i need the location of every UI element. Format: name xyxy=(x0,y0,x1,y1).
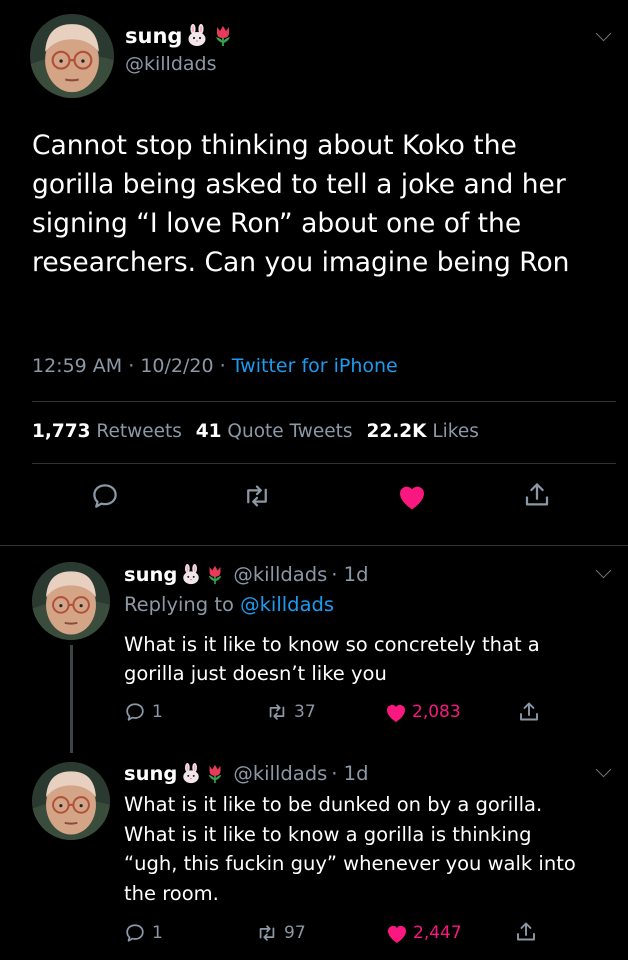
like-count: 2,447 xyxy=(413,923,462,943)
author-handle[interactable]: @killdads xyxy=(233,563,327,586)
like-button[interactable]: 2,447 xyxy=(385,922,462,944)
tweet-text-line: Cannot stop thinking about Koko the xyxy=(32,130,517,161)
tweet-text-line: the room. xyxy=(124,881,219,905)
chevron-down-icon[interactable] xyxy=(595,562,612,579)
likes-label: Likes xyxy=(432,421,479,442)
replying-to-label: Replying to xyxy=(124,593,234,616)
tweet-text-line: gorilla being asked to tell a joke and h… xyxy=(32,169,566,200)
tweet-source[interactable]: Twitter for iPhone xyxy=(232,355,398,377)
retweet-count: 97 xyxy=(284,923,306,943)
retweet-count: 37 xyxy=(294,702,316,722)
author-name[interactable]: sung xyxy=(124,563,177,586)
like-button[interactable] xyxy=(396,481,428,515)
retweet-icon xyxy=(259,925,275,941)
avatar[interactable] xyxy=(32,562,110,640)
share-button[interactable] xyxy=(517,700,541,724)
like-icon xyxy=(400,486,424,510)
author-handle[interactable]: @killdads xyxy=(125,53,217,75)
reply-count: 1 xyxy=(152,923,163,943)
share-button[interactable] xyxy=(522,480,552,514)
retweet-icon xyxy=(247,485,267,507)
avatar[interactable] xyxy=(32,762,110,840)
avatar-image xyxy=(32,562,110,640)
tweet-time[interactable]: 12:59 AM xyxy=(32,355,122,377)
tweet-text-line: What is it like to know so concretely th… xyxy=(124,633,540,656)
likes-stat[interactable]: 22.2K Likes xyxy=(366,421,478,442)
avatar-image xyxy=(32,762,110,840)
retweet-button[interactable]: 97 xyxy=(256,922,306,944)
reply-count: 1 xyxy=(152,702,163,722)
quotes-count: 41 xyxy=(195,421,222,442)
quotes-stat[interactable]: 41 Quote Tweets xyxy=(196,421,359,442)
quotes-label: Quote Tweets xyxy=(227,421,353,442)
retweet-button[interactable] xyxy=(242,481,272,515)
reply-button[interactable]: 1 xyxy=(124,922,163,944)
tweet-text-line: What is it like to be dunked on by a gor… xyxy=(124,793,543,816)
tulip-emoji-icon xyxy=(208,564,223,585)
tweet-time[interactable]: · 1d xyxy=(331,563,368,586)
tweet-stats: 1,773 Retweets 41 Quote Tweets 22.2K Lik… xyxy=(32,421,479,442)
reply-icon xyxy=(93,484,117,508)
retweet-button[interactable]: 37 xyxy=(266,701,316,723)
likes-count: 22.2K xyxy=(366,421,427,442)
like-button[interactable]: 2,083 xyxy=(384,701,461,723)
tweet-text-line: researchers. Can you imagine being Ron xyxy=(32,247,570,278)
share-icon xyxy=(520,702,538,721)
like-count: 2,083 xyxy=(412,702,461,722)
divider xyxy=(32,401,616,402)
tweet-text: Cannot stop thinking about Koko the gori… xyxy=(32,126,622,282)
tweet-time[interactable]: · 1d xyxy=(331,762,368,785)
retweets-count: 1,773 xyxy=(32,421,91,442)
divider xyxy=(32,463,616,464)
avatar-image xyxy=(30,14,114,98)
rabbit-emoji-icon xyxy=(188,24,207,47)
chevron-down-icon[interactable] xyxy=(595,25,612,42)
reply-icon xyxy=(126,703,144,721)
retweets-label: Retweets xyxy=(96,421,182,442)
author-handle[interactable]: @killdads xyxy=(233,762,327,785)
tweet-text: What is it like to know so concretely th… xyxy=(124,630,624,688)
reply-button[interactable] xyxy=(90,481,120,515)
tweet-text: What is it like to be dunked on by a gor… xyxy=(124,790,624,908)
rabbit-emoji-icon xyxy=(183,762,200,784)
share-button[interactable] xyxy=(514,920,538,944)
share-icon xyxy=(517,922,535,941)
rabbit-emoji-icon xyxy=(183,563,200,585)
tweet-text-line: What is it like to know a gorilla is thi… xyxy=(124,822,532,846)
tweet-text-line: “ugh, this fuckin guy” whenever you walk… xyxy=(124,852,576,875)
meta-separator: · xyxy=(128,355,135,377)
like-icon xyxy=(388,926,406,943)
tweet-date[interactable]: 10/2/20 xyxy=(140,355,213,377)
author-name[interactable]: sung xyxy=(125,24,182,48)
thread-line xyxy=(70,645,73,753)
tweet-text-line: gorilla just doesn’t like you xyxy=(124,662,387,685)
share-icon xyxy=(525,483,549,506)
tulip-emoji-icon xyxy=(208,763,223,784)
like-icon xyxy=(387,705,405,722)
retweets-stat[interactable]: 1,773 Retweets xyxy=(32,421,188,442)
retweet-icon xyxy=(269,704,285,720)
meta-separator: · xyxy=(219,355,226,377)
author-name[interactable]: sung xyxy=(124,762,177,785)
tweet-separator xyxy=(0,545,628,546)
tweet-text-line: signing “I love Ron” about one of the xyxy=(32,208,522,239)
reply-icon xyxy=(126,924,144,942)
avatar[interactable] xyxy=(30,14,114,98)
tulip-emoji-icon xyxy=(215,25,232,47)
reply-button[interactable]: 1 xyxy=(124,701,163,723)
replying-to: Replying to @killdads xyxy=(124,593,334,616)
replying-to-handle[interactable]: @killdads xyxy=(240,593,334,616)
tweet-meta: 12:59 AM · 10/2/20 · Twitter for iPhone xyxy=(32,355,398,377)
chevron-down-icon[interactable] xyxy=(595,761,612,778)
